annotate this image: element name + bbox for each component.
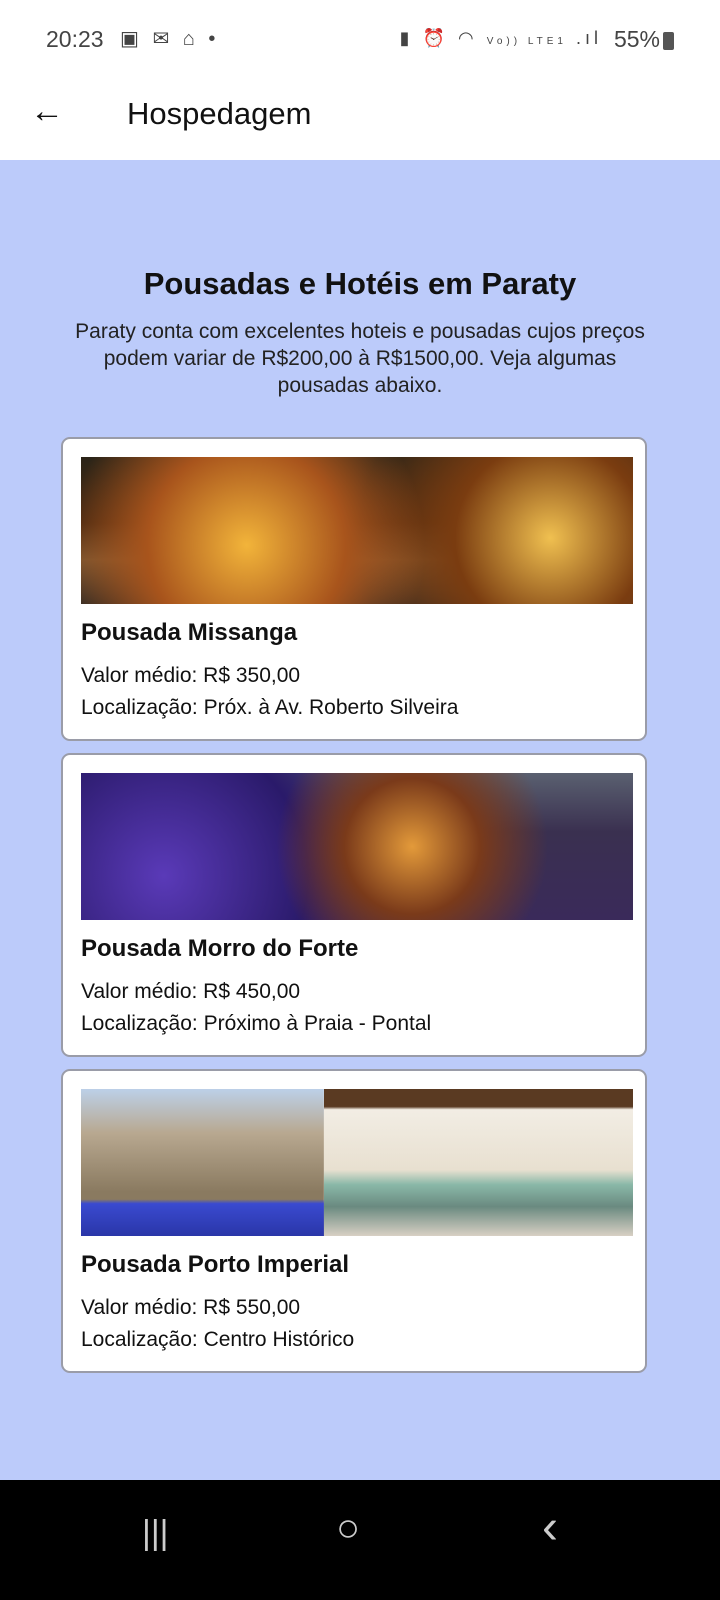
hotel-location: Localização: Próx. à Av. Roberto Silveir… — [81, 696, 459, 719]
hotel-name: Pousada Morro do Forte — [81, 935, 359, 962]
hotel-photo — [81, 457, 633, 604]
arrow-left-icon[interactable]: ← — [30, 92, 64, 131]
intro-text: Paraty conta com excelentes hoteis e pou… — [75, 320, 645, 397]
notification-icons: ▣ ✉ ⌂ • — [120, 28, 220, 50]
home-button[interactable]: ○ — [336, 1506, 360, 1551]
recents-button[interactable]: ||| — [142, 1514, 169, 1553]
system-nav-bar: ||| ○ ‹ — [0, 1480, 720, 1600]
hotel-card[interactable]: Pousada Porto Imperial Valor médio: R$ 5… — [61, 1069, 647, 1373]
hotel-price: Valor médio: R$ 550,00 — [81, 1296, 301, 1319]
app-bar: ← Hospedagem — [0, 80, 720, 160]
volte-icon: Vo)) LTE1 — [486, 36, 567, 47]
battery-icon — [663, 32, 674, 50]
hotel-photo — [81, 1089, 633, 1236]
system-icons: ▮ ⏰ ◠ Vo)) LTE1 .ıl — [399, 28, 602, 48]
back-button[interactable]: ‹ — [542, 1500, 558, 1555]
hotel-name: Pousada Porto Imperial — [81, 1251, 350, 1278]
section-heading: Pousadas e Hotéis em Paraty — [143, 266, 577, 301]
hotel-photo — [81, 773, 633, 920]
hotel-card[interactable]: Pousada Missanga Valor médio: R$ 350,00 … — [61, 437, 647, 741]
hotel-card[interactable]: Pousada Morro do Forte Valor médio: R$ 4… — [61, 753, 647, 1057]
page-title: Hospedagem — [127, 96, 312, 131]
battery-percent: 55% — [613, 26, 660, 52]
status-bar: 20:23 ▣ ✉ ⌂ • ▮ ⏰ ◠ Vo)) LTE1 .ıl 55% — [0, 0, 720, 80]
hotel-location: Localização: Centro Histórico — [81, 1328, 355, 1351]
hotel-price: Valor médio: R$ 450,00 — [81, 980, 301, 1003]
clock: 20:23 — [46, 26, 104, 52]
hotel-price: Valor médio: R$ 350,00 — [81, 664, 301, 687]
hotel-name: Pousada Missanga — [81, 619, 298, 646]
hotel-location: Localização: Próximo à Praia - Pontal — [81, 1012, 432, 1035]
